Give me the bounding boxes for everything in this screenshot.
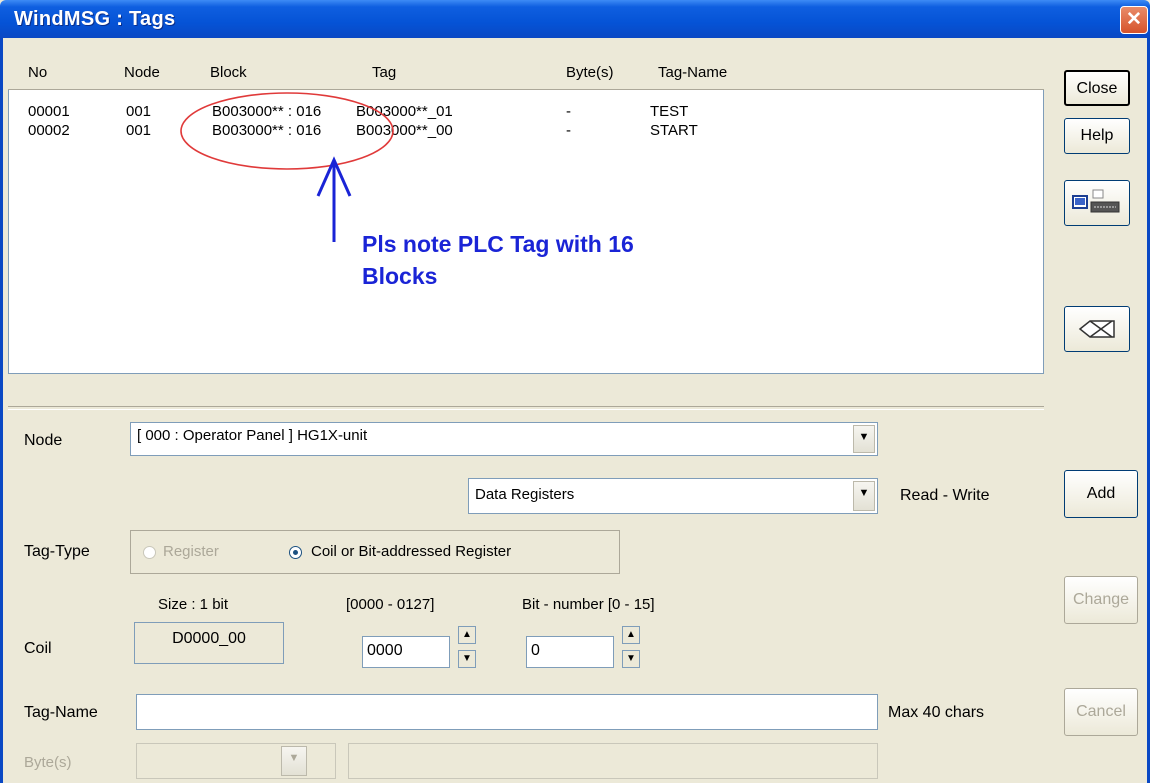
tag-type-label: Tag-Type [24,543,90,560]
chevron-down-icon[interactable]: ▼ [853,425,875,453]
node-select-value: [ 000 : Operator Panel ] HG1X-unit [137,427,368,444]
annotation-line-1: Pls note PLC Tag with 16 [362,231,634,257]
display-settings-button[interactable] [1064,180,1130,226]
max-chars-text: Max 40 chars [888,704,985,721]
delete-tag-button[interactable] [1064,306,1130,352]
add-button[interactable]: Add [1064,470,1138,518]
radio-register-label: Register [163,543,219,560]
coil-label: Coil [24,640,52,657]
node-select[interactable]: [ 000 : Operator Panel ] HG1X-unit ▼ [130,422,878,456]
address-spin-up-icon[interactable]: ▲ [458,626,476,644]
annotation-note: Pls note PLC Tag with 16 Blocks [362,228,634,292]
radio-coil[interactable] [289,546,302,559]
bit-spin-up-icon[interactable]: ▲ [622,626,640,644]
bytes-label: Byte(s) [24,754,72,771]
chevron-down-icon[interactable]: ▼ [853,481,875,511]
address-input[interactable]: 0000 [362,636,450,668]
chevron-down-icon[interactable]: ▼ [281,746,307,776]
monitor-keyboard-icon [1072,189,1120,213]
bytes-select[interactable]: ▼ [136,743,336,779]
access-mode-text: Read - Write [900,487,990,504]
close-button[interactable]: Close [1064,70,1130,106]
address-range-text: [0000 - 0127] [346,596,435,613]
change-button[interactable]: Change [1064,576,1138,624]
tag-name-input[interactable] [136,694,878,730]
cancel-button[interactable]: Cancel [1064,688,1138,736]
data-area-select-value: Data Registers [475,486,575,503]
delete-tag-icon [1078,320,1115,338]
node-label: Node [24,432,63,449]
size-text: Size : 1 bit [158,596,229,613]
coil-address-display: D0000_00 [134,622,284,664]
radio-register[interactable] [143,546,156,559]
tag-name-label: Tag-Name [24,704,98,721]
help-button[interactable]: Help [1064,118,1130,154]
annotation-line-2: Blocks [362,263,438,289]
list-status-band [8,374,1044,406]
bytes-detail-field [348,743,878,779]
annotation-ellipse [180,92,394,170]
bit-range-text: Bit - number [0 - 15] [522,596,655,613]
data-area-select[interactable]: Data Registers ▼ [468,478,878,514]
address-spin-down-icon[interactable]: ▼ [458,650,476,668]
bit-spin-down-icon[interactable]: ▼ [622,650,640,668]
section-divider [8,406,1044,410]
bit-number-input[interactable]: 0 [526,636,614,668]
tag-type-group: Register Coil or Bit-addressed Register [130,530,620,574]
radio-coil-label: Coil or Bit-addressed Register [311,543,512,560]
